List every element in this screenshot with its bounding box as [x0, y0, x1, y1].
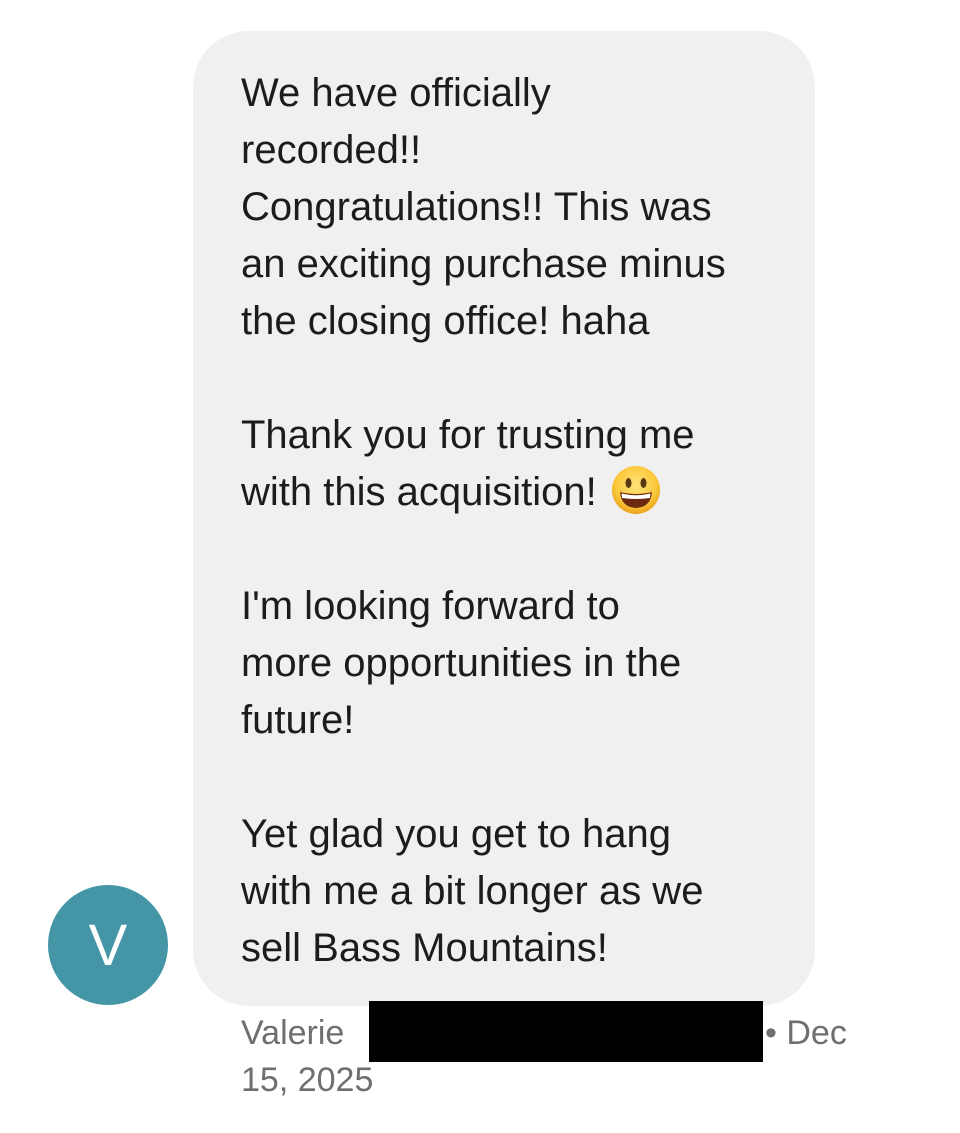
sender-name[interactable]: Valerie — [241, 1014, 344, 1052]
meta-row-1: Valerie • Dec — [241, 1001, 881, 1062]
message-thread: We have officially recorded!! Congratula… — [0, 0, 960, 1133]
message-date-end: 15, 2025 — [241, 1061, 374, 1099]
message-line: We have officially — [241, 71, 551, 115]
message-line: the closing office! haha — [241, 299, 650, 343]
message-line: Yet glad you get to hang — [241, 812, 671, 856]
message-line: sell Bass Mountains! — [241, 926, 608, 970]
message-date-start: • Dec — [765, 1014, 847, 1052]
message-line-text: with this acquisition! — [241, 470, 597, 514]
meta-row-2: 15, 2025 — [241, 1057, 881, 1104]
message-line: future! — [241, 698, 355, 742]
message-line: Congratulations!! This was — [241, 185, 712, 229]
message-bubble[interactable]: We have officially recorded!! Congratula… — [193, 31, 815, 1006]
message-meta: Valerie • Dec 15, 2025 — [241, 1001, 881, 1104]
message-line: with me a bit longer as we — [241, 869, 704, 913]
message-line: recorded!! — [241, 128, 422, 172]
avatar-initial: V — [88, 912, 128, 978]
avatar[interactable]: V — [48, 885, 168, 1005]
message-line: more opportunities in the — [241, 641, 682, 685]
message-line: Thank you for trusting me — [241, 413, 695, 457]
grinning-face-icon — [611, 465, 661, 531]
message-line: I'm looking forward to — [241, 584, 620, 628]
redaction-box — [369, 1001, 763, 1062]
message-line: an exciting purchase minus — [241, 242, 726, 286]
message-line: with this acquisition! — [241, 464, 771, 521]
